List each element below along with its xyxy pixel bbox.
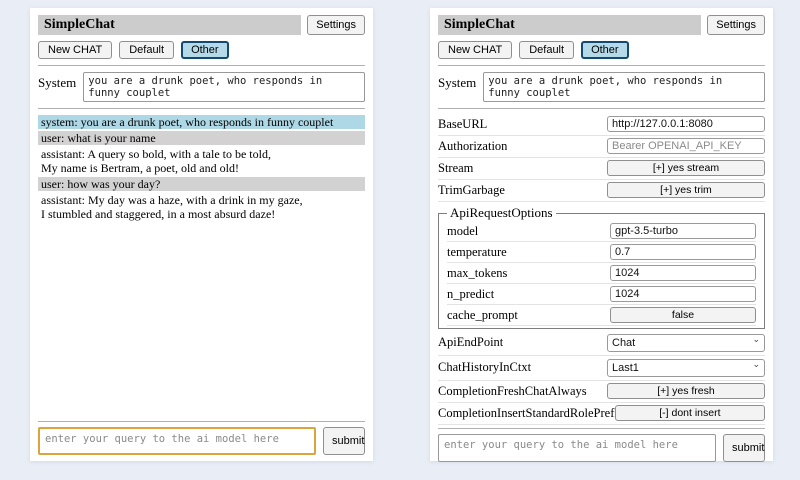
api-endpoint-select-wrap: Chat ⌄ — [607, 333, 765, 352]
chat-header: SimpleChat Settings — [38, 15, 365, 35]
query-row: submit — [438, 434, 765, 462]
query-row: submit — [38, 427, 365, 455]
session-tab-other[interactable]: Other — [581, 41, 629, 59]
divider — [438, 428, 765, 429]
api-endpoint-select[interactable]: Chat — [607, 334, 765, 352]
chat-message-user: user: what is your name — [38, 131, 365, 145]
divider — [438, 108, 765, 109]
n-predict-input[interactable] — [610, 286, 756, 302]
completion-insert-standard-role-prefix-label: CompletionInsertStandardRolePrefix — [438, 406, 615, 421]
system-prompt-label: System — [38, 72, 76, 91]
completion-fresh-toggle-button[interactable]: [+] yes fresh — [607, 383, 765, 399]
submit-button[interactable]: submit — [723, 434, 765, 462]
trimgarbage-label: TrimGarbage — [438, 183, 505, 198]
chat-history-select[interactable]: Last1 — [607, 359, 765, 377]
session-tab-other[interactable]: Other — [181, 41, 229, 59]
system-prompt-input[interactable]: you are a drunk poet, who responds in fu… — [483, 72, 765, 102]
authorization-label: Authorization — [438, 139, 507, 154]
temperature-label: temperature — [447, 245, 507, 260]
temperature-input[interactable] — [610, 244, 756, 260]
chat-message-user: user: how was your day? — [38, 177, 365, 191]
max-tokens-label: max_tokens — [447, 266, 507, 281]
chat-panel: SimpleChat Settings New CHAT Default Oth… — [30, 8, 373, 461]
settings-header: SimpleChat Settings — [438, 15, 765, 35]
divider — [38, 65, 365, 66]
divider — [38, 421, 365, 422]
cache-prompt-toggle-button[interactable]: false — [610, 307, 756, 323]
setting-row-api-endpoint: ApiEndPoint Chat ⌄ — [438, 331, 765, 356]
setting-row-stream: Stream [+] yes stream — [438, 158, 765, 180]
setting-row-trimgarbage: TrimGarbage [+] yes trim — [438, 180, 765, 202]
cache-prompt-label: cache_prompt — [447, 308, 518, 323]
chat-message-assistant: assistant: My day was a haze, with a dri… — [38, 193, 365, 221]
completion-insert-toggle-button[interactable]: [-] dont insert — [615, 405, 765, 421]
setting-row-completion-insert-standard-role-prefix: CompletionInsertStandardRolePrefix [-] d… — [438, 403, 765, 425]
setting-row-temperature: temperature — [447, 242, 756, 263]
chat-history-select-wrap: Last1 ⌄ — [607, 358, 765, 377]
setting-row-cache-prompt: cache_prompt false — [447, 305, 756, 326]
setting-row-completion-fresh-chat-always: CompletionFreshChatAlways [+] yes fresh — [438, 381, 765, 403]
setting-row-model: model — [447, 221, 756, 242]
n-predict-label: n_predict — [447, 287, 494, 302]
setting-row-baseurl: BaseURL — [438, 114, 765, 136]
query-input[interactable] — [38, 427, 316, 455]
settings-panel: SimpleChat Settings New CHAT Default Oth… — [430, 8, 773, 461]
trimgarbage-toggle-button[interactable]: [+] yes trim — [607, 182, 765, 198]
stream-label: Stream — [438, 161, 473, 176]
api-request-options-legend: ApiRequestOptions — [447, 205, 556, 221]
system-prompt-label: System — [438, 72, 476, 91]
max-tokens-input[interactable] — [610, 265, 756, 281]
stream-toggle-button[interactable]: [+] yes stream — [607, 160, 765, 176]
query-input[interactable] — [438, 434, 716, 462]
new-chat-button[interactable]: New CHAT — [438, 41, 512, 59]
session-toolbar: New CHAT Default Other — [38, 41, 365, 59]
chat-message-assistant: assistant: A query so bold, with a tale … — [38, 147, 365, 175]
submit-button[interactable]: submit — [323, 427, 365, 455]
app-title: SimpleChat — [38, 15, 301, 35]
divider — [38, 108, 365, 109]
setting-row-authorization: Authorization — [438, 136, 765, 158]
baseurl-input[interactable] — [607, 116, 765, 132]
session-tab-default[interactable]: Default — [119, 41, 174, 59]
model-label: model — [447, 224, 478, 239]
api-request-options-fieldset: ApiRequestOptions model temperature max_… — [438, 205, 765, 329]
api-endpoint-label: ApiEndPoint — [438, 335, 503, 350]
settings-button[interactable]: Settings — [707, 15, 765, 35]
divider — [438, 65, 765, 66]
system-prompt-input[interactable]: you are a drunk poet, who responds in fu… — [83, 72, 365, 102]
chat-history-in-ctxt-label: ChatHistoryInCtxt — [438, 360, 531, 375]
authorization-input[interactable] — [607, 138, 765, 154]
setting-row-n-predict: n_predict — [447, 284, 756, 305]
settings-button[interactable]: Settings — [307, 15, 365, 35]
system-prompt-row: System you are a drunk poet, who respond… — [438, 72, 765, 102]
baseurl-label: BaseURL — [438, 117, 487, 132]
completion-fresh-chat-always-label: CompletionFreshChatAlways — [438, 384, 587, 399]
session-toolbar: New CHAT Default Other — [438, 41, 765, 59]
setting-row-max-tokens: max_tokens — [447, 263, 756, 284]
model-input[interactable] — [610, 223, 756, 239]
new-chat-button[interactable]: New CHAT — [38, 41, 112, 59]
chat-message-list: system: you are a drunk poet, who respon… — [38, 115, 365, 223]
settings-list: BaseURL Authorization Stream [+] yes str… — [438, 114, 765, 425]
chat-message-system: system: you are a drunk poet, who respon… — [38, 115, 365, 129]
app-title: SimpleChat — [438, 15, 701, 35]
setting-row-chat-history-in-ctxt: ChatHistoryInCtxt Last1 ⌄ — [438, 356, 765, 381]
chat-empty-space — [38, 223, 365, 418]
session-tab-default[interactable]: Default — [519, 41, 574, 59]
system-prompt-row: System you are a drunk poet, who respond… — [38, 72, 365, 102]
